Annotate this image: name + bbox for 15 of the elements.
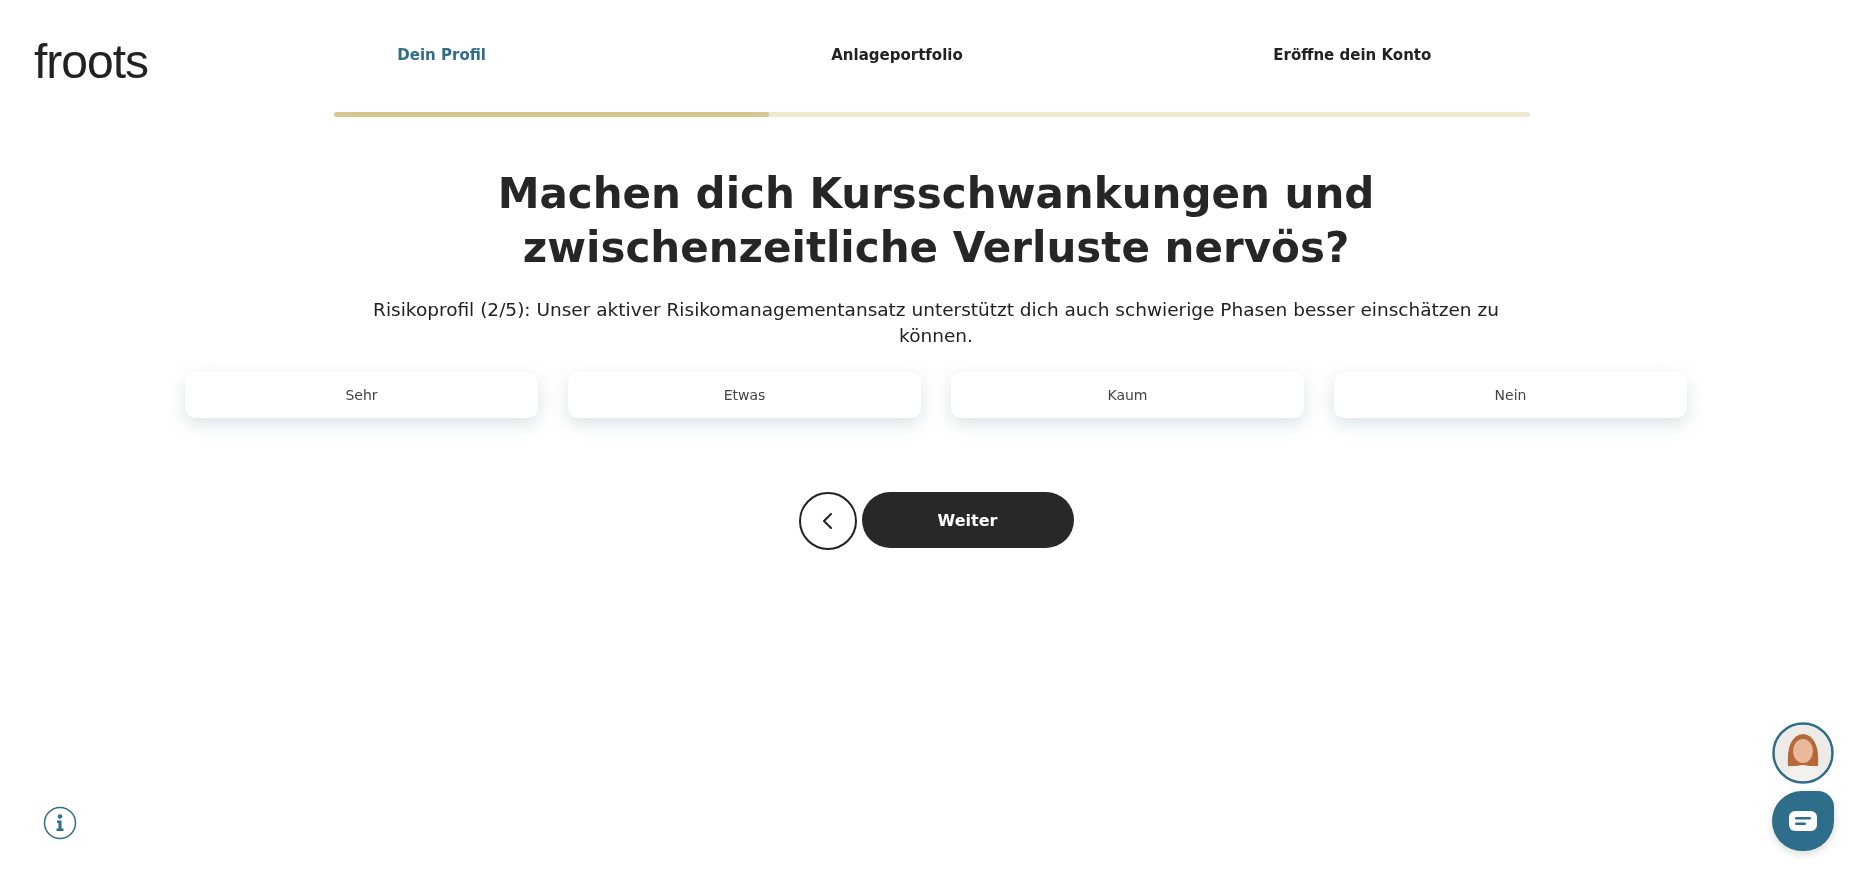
answer-option[interactable]: Kaum: [951, 372, 1304, 419]
step-tab[interactable]: Dein Profil: [214, 46, 670, 64]
next-button[interactable]: Weiter: [861, 492, 1074, 549]
info-icon[interactable]: [43, 806, 77, 840]
question-subtitle: Risikoprofil (2/5): Unser aktiver Risikomanagementansatz unterstützt dich auch schwierige Phasen besser einschätzen zu können.: [372, 297, 1500, 349]
question-title: Machen dich Kursschwankungen und zwischenzeitliche Verluste nervös?: [496, 168, 1376, 274]
step-tab[interactable]: Eröffne dein Konto: [1124, 46, 1580, 64]
answer-option[interactable]: Sehr: [185, 372, 538, 419]
chat-button[interactable]: [1772, 791, 1834, 851]
logo: froots: [34, 38, 150, 86]
chat-icon: [1788, 810, 1818, 832]
chevron-left-icon: [820, 512, 835, 531]
step-tab[interactable]: Anlageportfolio: [669, 46, 1125, 64]
answer-option[interactable]: Etwas: [568, 372, 921, 419]
answer-option[interactable]: Nein: [1334, 372, 1687, 419]
